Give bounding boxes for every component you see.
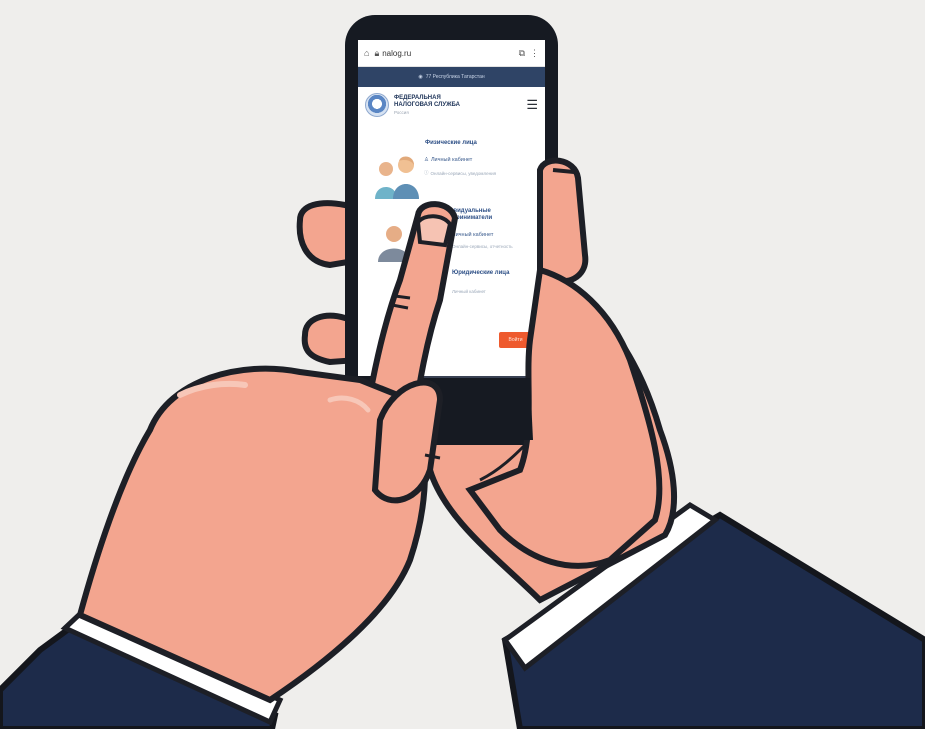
personal-account-link-3[interactable]: Личный кабинет xyxy=(452,289,486,294)
personal-account-link-2[interactable]: Личный кабинет xyxy=(452,232,493,238)
site-header: ФЕДЕРАЛЬНАЯ НАЛОГОВАЯ СЛУЖБА Россия ☰ xyxy=(358,87,545,121)
section-title-legal-entities[interactable]: Юридические лица xyxy=(452,270,509,276)
url-field[interactable]: 🔒︎ nalog.ru xyxy=(374,48,513,59)
url-text: nalog.ru xyxy=(382,48,412,58)
family-photo xyxy=(375,156,419,199)
site-name-line2: НАЛОГОВАЯ СЛУЖБА xyxy=(394,101,460,108)
phone-bottom-bezel xyxy=(400,376,540,382)
lock-icon: 🔒︎ xyxy=(374,47,380,58)
site-name-sub: Россия xyxy=(394,109,409,115)
site-name-line1: ФЕДЕРАЛЬНАЯ xyxy=(394,94,441,101)
person-icon: ♙ xyxy=(424,157,429,163)
hamburger-menu-icon[interactable]: ☰ xyxy=(526,97,538,113)
services-link-2[interactable]: Онлайн-сервисы, отчетность xyxy=(452,244,513,249)
services-link-1[interactable]: ⓘ Онлайн-сервисы, уведомления xyxy=(424,170,496,176)
login-button[interactable]: Войти xyxy=(499,332,532,348)
info-icon: ⓘ xyxy=(424,170,429,175)
section-title-entrepreneurs[interactable]: Индивидуальные предприниматели xyxy=(438,208,508,222)
section-title-individuals[interactable]: Физические лица xyxy=(425,140,477,146)
region-bar[interactable]: ◉ 77 Республика Татарстан xyxy=(358,67,545,87)
phone-screen: ⌂ 🔒︎ nalog.ru ⧉ ⋮ ◉ 77 Республика Татарс… xyxy=(358,40,545,376)
personal-account-link-1[interactable]: ♙ Личный кабинет xyxy=(424,157,472,163)
site-name: ФЕДЕРАЛЬНАЯ НАЛОГОВАЯ СЛУЖБА Россия xyxy=(394,95,460,116)
entrepreneur-photo xyxy=(378,226,410,262)
location-pin-icon: ◉ xyxy=(418,74,423,80)
home-icon[interactable]: ⌂ xyxy=(364,48,369,58)
fns-logo-icon[interactable] xyxy=(365,93,389,117)
more-icon[interactable]: ⋮ xyxy=(530,48,539,59)
region-label: 77 Республика Татарстан xyxy=(425,74,485,80)
tabs-icon[interactable]: ⧉ xyxy=(519,48,525,59)
browser-address-bar: ⌂ 🔒︎ nalog.ru ⧉ ⋮ xyxy=(358,40,545,67)
